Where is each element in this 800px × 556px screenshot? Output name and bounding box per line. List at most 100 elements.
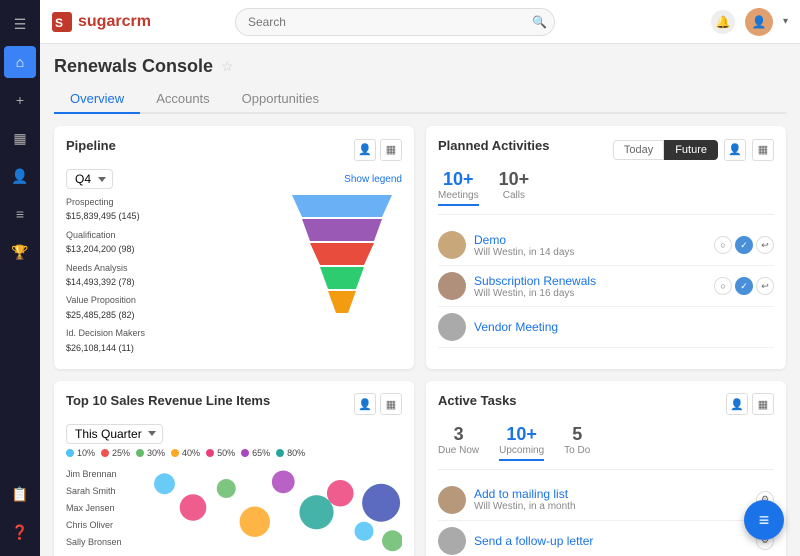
topbar-right: 🔔 👤 ▾ — [711, 8, 788, 36]
sidebar-trophy[interactable]: 🏆 — [4, 236, 36, 268]
avatar — [438, 272, 466, 300]
activity-item: Demo Will Westin, in 14 days ○ ✓ ↩ — [438, 225, 774, 266]
activity-info: Demo Will Westin, in 14 days — [474, 233, 706, 258]
top10-person-icon[interactable]: 👤 — [354, 393, 376, 415]
planned-person-icon[interactable]: 👤 — [724, 139, 746, 161]
top10-actions: 👤 ▦ — [354, 393, 402, 415]
task-title[interactable]: Send a follow-up letter — [474, 534, 748, 548]
future-button[interactable]: Future — [664, 140, 718, 160]
sidebar-help[interactable]: ❓ — [4, 516, 36, 548]
activity-item: Subscription Renewals Will Westin, in 16… — [438, 266, 774, 307]
task-title[interactable]: Add to mailing list — [474, 487, 748, 501]
sidebar-reports[interactable]: 📋 — [4, 478, 36, 510]
main-area: S sugarcrm 🔍 🔔 👤 ▾ Renewals Console ☆ Ov… — [40, 0, 800, 556]
pipeline-header: Pipeline 👤 ▦ — [66, 138, 402, 161]
name-sarah: Sarah Smith — [66, 483, 136, 500]
pipeline-content: Prospecting$15,839,495 (145) Qualificati… — [66, 195, 402, 357]
avatar — [438, 231, 466, 259]
legend-25: 25% — [101, 448, 130, 458]
sidebar-dashboard[interactable]: ▦ — [4, 122, 36, 154]
upcoming-stat: 10+ Upcoming — [499, 424, 544, 461]
legend-40: 40% — [171, 448, 200, 458]
today-future-toggle: Today Future — [613, 140, 718, 160]
stage-qualification: Qualification$13,204,200 (98) — [66, 228, 274, 257]
legend-30: 30% — [136, 448, 165, 458]
planned-stats-row: 10+ Meetings 10+ Calls — [438, 169, 774, 215]
legend-10: 10% — [66, 448, 95, 458]
activity-sub: Will Westin, in 14 days — [474, 247, 706, 258]
show-legend-link[interactable]: Show legend — [344, 174, 402, 185]
tab-opportunities[interactable]: Opportunities — [226, 85, 335, 114]
tasks-person-icon[interactable]: 👤 — [726, 393, 748, 415]
pipeline-card: Pipeline 👤 ▦ Q4Q3Q2Q1 Show legend Prosp — [54, 126, 414, 369]
action-btn-1[interactable]: ○ — [714, 277, 732, 295]
activity-title[interactable]: Subscription Renewals — [474, 274, 706, 288]
notification-bell[interactable]: 🔔 — [711, 10, 735, 34]
task-list: Add to mailing list Will Westin, in a mo… — [438, 480, 774, 556]
chevron-down-icon[interactable]: ▾ — [783, 16, 788, 27]
avatar — [438, 486, 466, 514]
calls-label: Calls — [499, 190, 530, 201]
active-tasks-title: Active Tasks — [438, 393, 517, 408]
sidebar-person[interactable]: 👤 — [4, 160, 36, 192]
activity-info: Vendor Meeting — [474, 320, 774, 334]
top10-chart-icon[interactable]: ▦ — [380, 393, 402, 415]
action-btn-1[interactable]: ○ — [714, 236, 732, 254]
legend-50: 50% — [206, 448, 235, 458]
action-btn-2[interactable]: ✓ — [735, 236, 753, 254]
action-btn-3[interactable]: ↩ — [756, 277, 774, 295]
meetings-stat: 10+ Meetings — [438, 169, 479, 206]
today-button[interactable]: Today — [613, 140, 664, 160]
planned-chart-icon[interactable]: ▦ — [752, 139, 774, 161]
upcoming-label: Upcoming — [499, 445, 544, 456]
pipeline-title: Pipeline — [66, 138, 116, 153]
tab-accounts[interactable]: Accounts — [140, 85, 225, 114]
active-tasks-header: Active Tasks 👤 ▦ — [438, 393, 774, 416]
calls-count: 10+ — [499, 169, 530, 190]
favorite-star-icon[interactable]: ☆ — [221, 58, 234, 75]
search-bar: 🔍 — [235, 8, 555, 36]
period-select[interactable]: This Quarter — [66, 424, 163, 444]
tabs: Overview Accounts Opportunities — [54, 85, 786, 114]
activity-title[interactable]: Demo — [474, 233, 706, 247]
tab-overview[interactable]: Overview — [54, 85, 140, 114]
action-btn-3[interactable]: ↩ — [756, 236, 774, 254]
task-info: Add to mailing list Will Westin, in a mo… — [474, 487, 748, 512]
search-input[interactable] — [235, 8, 555, 36]
activity-title[interactable]: Vendor Meeting — [474, 320, 774, 334]
meetings-count: 10+ — [438, 169, 479, 190]
avatar[interactable]: 👤 — [745, 8, 773, 36]
activity-actions: ○ ✓ ↩ — [714, 236, 774, 254]
stage-value-prop: Value Proposition$25,485,285 (82) — [66, 293, 274, 322]
sidebar-add[interactable]: + — [4, 84, 36, 116]
todo-label: To Do — [564, 445, 590, 456]
search-icon: 🔍 — [532, 15, 547, 29]
stage-prospecting: Prospecting$15,839,495 (145) — [66, 195, 274, 224]
fab-button[interactable]: ≡ — [744, 500, 784, 540]
sidebar-menu[interactable]: ☰ — [4, 8, 36, 40]
activity-actions: ○ ✓ ↩ — [714, 277, 774, 295]
legend-65: 65% — [241, 448, 270, 458]
task-item: Send a follow-up letter ⚙ — [438, 521, 774, 556]
name-jim: Jim Brennan — [66, 466, 136, 483]
sidebar-filter[interactable]: ≡ — [4, 198, 36, 230]
page-title: Renewals Console — [54, 56, 213, 77]
action-btn-2[interactable]: ✓ — [735, 277, 753, 295]
task-item: Add to mailing list Will Westin, in a mo… — [438, 480, 774, 521]
activity-item: Vendor Meeting — [438, 307, 774, 348]
name-sally: Sally Bronsen — [66, 534, 136, 551]
quarter-select[interactable]: Q4Q3Q2Q1 — [66, 169, 113, 189]
upcoming-count: 10+ — [499, 424, 544, 445]
todo-count: 5 — [564, 424, 590, 445]
activity-sub: Will Westin, in 16 days — [474, 288, 706, 299]
top10-card: Top 10 Sales Revenue Line Items 👤 ▦ This… — [54, 381, 414, 556]
sidebar-home[interactable]: ⌂ — [4, 46, 36, 78]
avatar — [438, 527, 466, 555]
svg-text:S: S — [55, 16, 63, 30]
bubble-plot: November December — [136, 462, 402, 556]
tasks-chart-icon[interactable]: ▦ — [752, 393, 774, 415]
bubble-names: Jim Brennan Sarah Smith Max Jensen Chris… — [66, 462, 136, 556]
pipeline-chart-icon[interactable]: ▦ — [380, 139, 402, 161]
pipeline-person-icon[interactable]: 👤 — [354, 139, 376, 161]
top10-title: Top 10 Sales Revenue Line Items — [66, 393, 270, 408]
